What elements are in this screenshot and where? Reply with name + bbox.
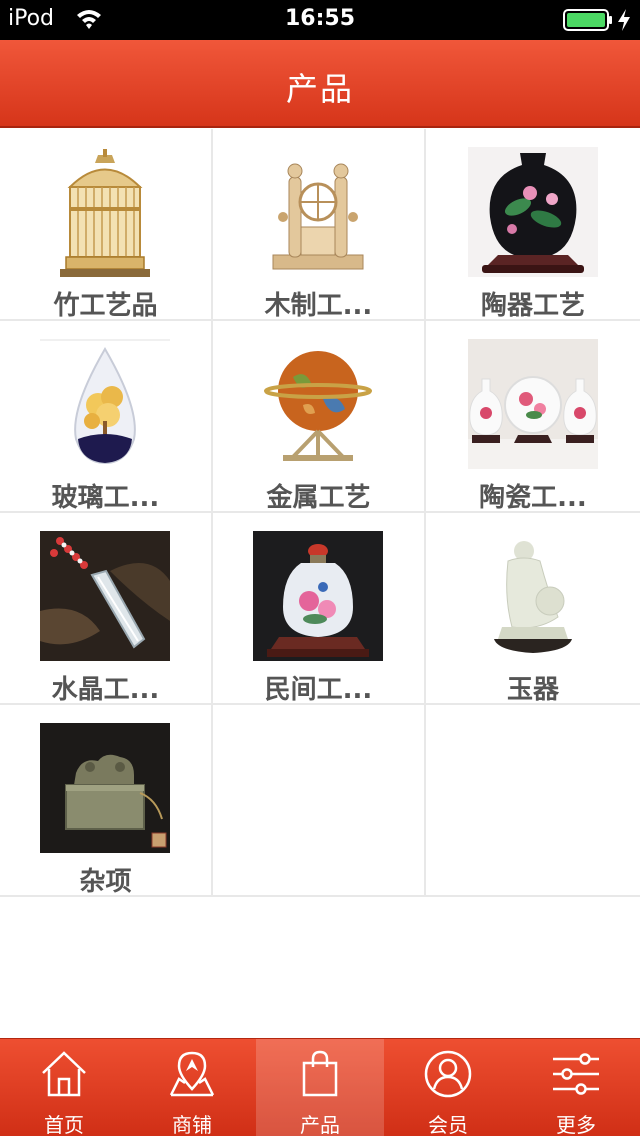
home-icon (42, 1051, 86, 1097)
shopping-bag-icon (302, 1050, 338, 1097)
porcelain-set-image (468, 339, 598, 469)
product-label: 玻璃工... (51, 483, 160, 513)
tab-bar: 首页 商铺 产品 会员 更多 (0, 1038, 640, 1136)
product-grid: 竹工艺品 木制工... 陶器工艺 玻璃工... 金属工艺 陶瓷工... 水晶工.… (0, 129, 640, 897)
product-label: 水晶工... (51, 675, 160, 705)
product-label: 木制工... (264, 291, 373, 321)
product-label: 陶瓷工... (479, 483, 587, 513)
page-title: 产品 (285, 70, 354, 108)
sliders-icon (553, 1053, 599, 1095)
tab-member[interactable]: 会员 (384, 1039, 512, 1136)
product-label: 竹工艺品 (53, 291, 158, 321)
nav-bar: 产品 (0, 40, 640, 128)
product-item[interactable]: 陶瓷工... (426, 321, 640, 513)
product-item[interactable]: 玻璃工... (0, 321, 213, 513)
seal-stamp-image (40, 723, 170, 853)
battery-icon (563, 9, 612, 31)
product-label: 陶器工艺 (480, 291, 585, 321)
product-item[interactable]: 陶器工艺 (426, 129, 640, 321)
tab-products[interactable]: 产品 (256, 1039, 384, 1136)
product-label: 玉器 (506, 675, 559, 705)
product-item[interactable]: 金属工艺 (213, 321, 426, 513)
tab-shops[interactable]: 商铺 (128, 1039, 256, 1136)
empty-cell (213, 705, 426, 897)
tab-home[interactable]: 首页 (0, 1039, 128, 1136)
empty-cell (426, 705, 640, 897)
tab-label: 会员 (428, 1113, 468, 1136)
charging-bolt-icon (618, 9, 630, 31)
product-item[interactable]: 民间工... (213, 513, 426, 705)
product-item[interactable]: 水晶工... (0, 513, 213, 705)
snuff-bottle-image (253, 531, 383, 661)
tab-label: 商铺 (172, 1113, 212, 1136)
tab-more[interactable]: 更多 (512, 1039, 640, 1136)
tab-label: 首页 (44, 1113, 84, 1136)
status-bar: iPod 16:55 (0, 0, 640, 40)
crystal-pendant-image (40, 531, 170, 661)
map-pin-icon (169, 1051, 215, 1097)
glass-crystal-tree-image (40, 339, 170, 469)
metal-globe-image (253, 339, 383, 469)
product-item[interactable]: 玉器 (426, 513, 640, 705)
tab-label: 产品 (300, 1113, 340, 1136)
product-item[interactable]: 木制工... (213, 129, 426, 321)
product-item[interactable]: 竹工艺品 (0, 129, 213, 321)
product-label: 金属工艺 (266, 483, 371, 513)
product-item[interactable]: 杂项 (0, 705, 213, 897)
pottery-vase-image (468, 147, 598, 277)
bamboo-birdcage-image (40, 147, 170, 277)
product-label: 杂项 (79, 867, 132, 897)
tab-label: 更多 (556, 1113, 596, 1136)
jade-figure-image (468, 531, 598, 661)
product-label: 民间工... (264, 675, 373, 705)
wooden-craft-image (253, 147, 383, 277)
user-icon (424, 1050, 472, 1098)
clock: 16:55 (284, 6, 356, 31)
